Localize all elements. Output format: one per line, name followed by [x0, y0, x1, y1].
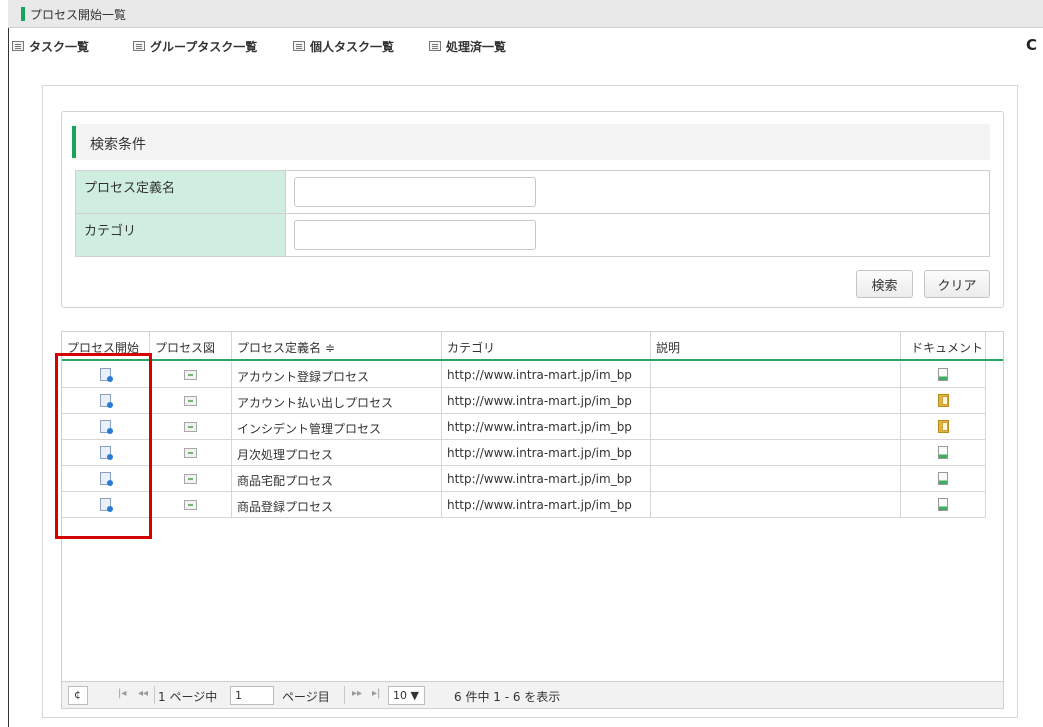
column-header-process-diagram[interactable]: プロセス図: [150, 332, 232, 359]
page-suffix: ページ目: [282, 690, 330, 704]
tab-bar: タスク一覧 グループタスク一覧 個人タスク一覧 処理済一覧: [8, 28, 1043, 62]
document-cell[interactable]: [901, 466, 986, 491]
page-title: プロセス開始一覧: [30, 8, 127, 22]
tab-label: タスク一覧: [29, 39, 90, 54]
folder-document-icon[interactable]: [937, 394, 949, 407]
process-diagram-icon[interactable]: [184, 473, 197, 484]
process-name-cell: アカウント登録プロセス: [232, 362, 442, 387]
column-header-description[interactable]: 説明: [651, 332, 901, 359]
tab-label: 個人タスク一覧: [310, 39, 395, 54]
description-cell: [651, 388, 901, 413]
category-cell: http://www.intra-mart.jp/im_bp: [442, 466, 651, 491]
process-name-cell: 商品宅配プロセス: [232, 466, 442, 491]
table-row[interactable]: アカウント払い出しプロセス http://www.intra-mart.jp/i…: [62, 388, 986, 414]
category-cell: http://www.intra-mart.jp/im_bp: [442, 388, 651, 413]
search-heading: 検索条件: [90, 137, 146, 153]
pager-summary: 6 件中 1 - 6 を表示: [454, 690, 561, 704]
list-icon: [429, 41, 441, 51]
category-cell: http://www.intra-mart.jp/im_bp: [442, 440, 651, 465]
grid-header: プロセス開始 プロセス図 プロセス定義名 ≑ カテゴリ 説明 ドキュメント: [62, 332, 1003, 361]
search-header: 検索条件: [72, 124, 990, 160]
folder-document-icon[interactable]: [937, 420, 949, 433]
process-diagram-icon[interactable]: [184, 447, 197, 458]
document-cell[interactable]: [901, 440, 986, 465]
process-name-input[interactable]: [294, 177, 536, 207]
pager-refresh-button[interactable]: ¢: [68, 686, 88, 705]
description-cell: [651, 492, 901, 517]
process-diagram-icon[interactable]: [184, 421, 197, 432]
category-input[interactable]: [294, 220, 536, 250]
description-cell: [651, 466, 901, 491]
title-marker: [21, 7, 25, 21]
tab-personal-task-list[interactable]: 個人タスク一覧: [293, 38, 394, 54]
process-grid: プロセス開始 プロセス図 プロセス定義名 ≑ カテゴリ 説明 ドキュメント アカ…: [61, 331, 1004, 709]
category-label: カテゴリ: [76, 214, 286, 256]
process-diagram-icon[interactable]: [184, 395, 197, 406]
column-header-process-name[interactable]: プロセス定義名 ≑: [232, 332, 442, 359]
document-cell[interactable]: [901, 388, 986, 413]
document-icon[interactable]: [938, 368, 948, 381]
process-diagram-cell[interactable]: [150, 362, 232, 387]
pager-separator: [154, 686, 155, 704]
process-name-cell: インシデント管理プロセス: [232, 414, 442, 439]
refresh-icon[interactable]: C: [1026, 36, 1037, 54]
column-header-category[interactable]: カテゴリ: [442, 332, 651, 359]
table-row[interactable]: 月次処理プロセス http://www.intra-mart.jp/im_bp: [62, 440, 986, 466]
process-diagram-icon[interactable]: [184, 499, 197, 510]
document-cell[interactable]: [901, 414, 986, 439]
page-size-select[interactable]: 10 ▼: [388, 686, 425, 705]
prev-page-button[interactable]: ◂◂: [138, 688, 148, 699]
list-icon: [293, 41, 305, 51]
condition-row-category: カテゴリ: [75, 213, 990, 257]
process-diagram-cell[interactable]: [150, 388, 232, 413]
document-icon[interactable]: [938, 446, 948, 459]
condition-row-process-name: プロセス定義名: [75, 170, 990, 214]
clear-button[interactable]: クリア: [924, 270, 990, 298]
pager-separator: [344, 686, 345, 704]
process-diagram-cell[interactable]: [150, 492, 232, 517]
table-row[interactable]: アカウント登録プロセス http://www.intra-mart.jp/im_…: [62, 362, 986, 388]
next-page-button[interactable]: ▸▸: [352, 688, 362, 699]
tab-group-task-list[interactable]: グループタスク一覧: [133, 38, 257, 54]
search-button[interactable]: 検索: [856, 270, 913, 298]
list-icon: [133, 41, 145, 51]
tab-label: グループタスク一覧: [150, 39, 258, 54]
pager: ¢ |◂ ◂◂ 1 ページ中 1 ページ目 ▸▸ ▸| 10 ▼ 6 件中 1 …: [62, 681, 1003, 708]
column-header-document[interactable]: ドキュメント: [901, 332, 986, 359]
process-name-label: プロセス定義名: [76, 171, 286, 213]
page-prefix: 1 ページ中: [158, 690, 218, 704]
document-cell[interactable]: [901, 362, 986, 387]
process-diagram-cell[interactable]: [150, 466, 232, 491]
category-cell: http://www.intra-mart.jp/im_bp: [442, 362, 651, 387]
section-marker: [72, 126, 76, 158]
tab-processed-list[interactable]: 処理済一覧: [429, 38, 506, 54]
first-page-button[interactable]: |◂: [118, 688, 126, 699]
page-number-input[interactable]: 1: [230, 686, 274, 705]
category-cell: http://www.intra-mart.jp/im_bp: [442, 492, 651, 517]
title-bar: プロセス開始一覧: [8, 0, 1043, 28]
tab-label: 処理済一覧: [446, 39, 507, 54]
tab-task-list[interactable]: タスク一覧: [12, 38, 89, 54]
document-icon[interactable]: [938, 472, 948, 485]
highlight-box: [55, 353, 152, 539]
process-name-cell: 月次処理プロセス: [232, 440, 442, 465]
process-diagram-cell[interactable]: [150, 414, 232, 439]
document-cell[interactable]: [901, 492, 986, 517]
description-cell: [651, 362, 901, 387]
description-cell: [651, 414, 901, 439]
table-row[interactable]: インシデント管理プロセス http://www.intra-mart.jp/im…: [62, 414, 986, 440]
process-diagram-cell[interactable]: [150, 440, 232, 465]
search-panel: 検索条件 プロセス定義名 カテゴリ 検索 クリア: [61, 111, 1004, 308]
process-name-cell: 商品登録プロセス: [232, 492, 442, 517]
table-row[interactable]: 商品登録プロセス http://www.intra-mart.jp/im_bp: [62, 492, 986, 518]
last-page-button[interactable]: ▸|: [372, 688, 380, 699]
table-row[interactable]: 商品宅配プロセス http://www.intra-mart.jp/im_bp: [62, 466, 986, 492]
document-icon[interactable]: [938, 498, 948, 511]
category-cell: http://www.intra-mart.jp/im_bp: [442, 414, 651, 439]
list-icon: [12, 41, 24, 51]
process-diagram-icon[interactable]: [184, 369, 197, 380]
process-name-cell: アカウント払い出しプロセス: [232, 388, 442, 413]
description-cell: [651, 440, 901, 465]
